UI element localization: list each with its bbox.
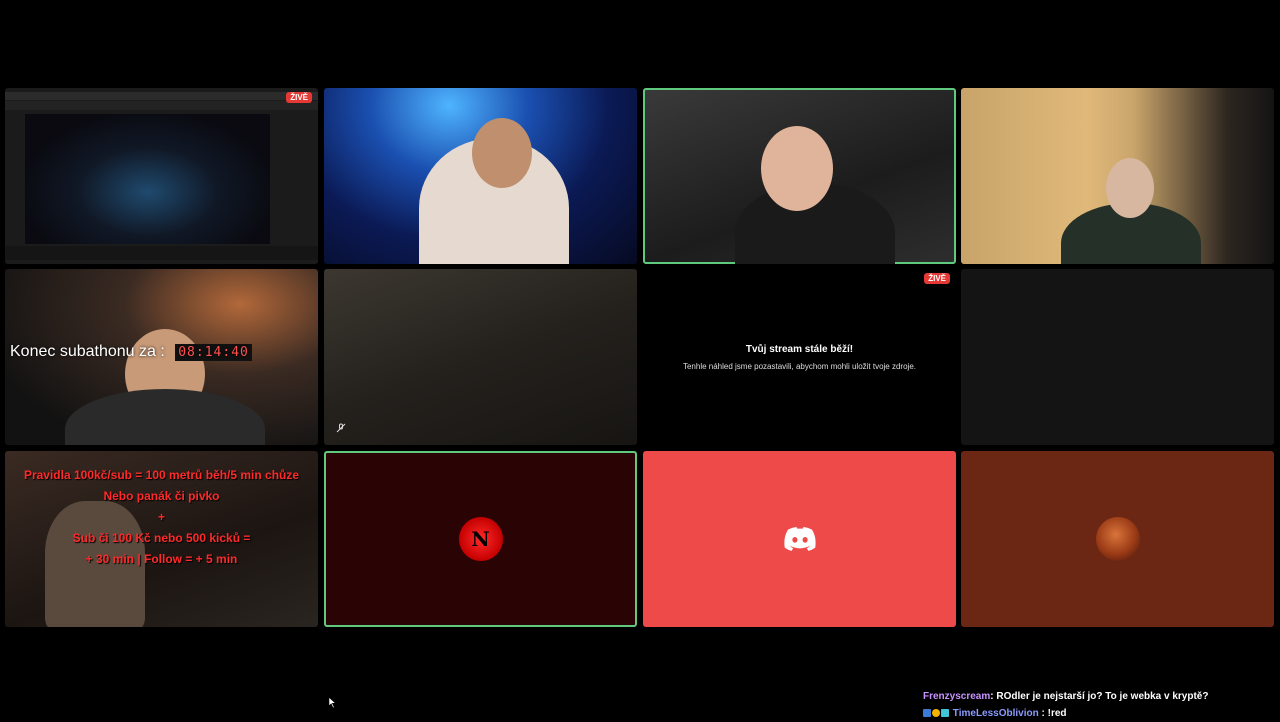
chat-text: !red: [1047, 708, 1067, 719]
paused-title: Tvůj stream stále běží!: [745, 344, 854, 355]
badge-icon: [923, 709, 931, 717]
rules-line: +: [157, 510, 165, 524]
participant-head: [761, 126, 833, 211]
chat-text: ROdler je nejstarší jo? To je webka v kr…: [996, 691, 1209, 702]
chat-username[interactable]: Frenzyscream: [923, 691, 990, 702]
browser-toolbar: [5, 101, 318, 110]
participant-head: [472, 118, 532, 188]
silhouette-avatar-icon: [1095, 517, 1140, 561]
netflix-logo-icon: N: [458, 517, 503, 561]
rules-line: + 30 min | Follow = + 5 min: [85, 552, 238, 566]
chat-message: TimeLessOblivion : !red: [923, 705, 1208, 722]
browser-tabbar: [5, 92, 318, 100]
browser-bottom-bar: [5, 246, 318, 260]
paused-subtitle: Tenhle náhled jsme pozastavili, abychom …: [682, 362, 916, 371]
subathon-timer: Konec subathonu za : 08:14:40: [10, 343, 252, 361]
tile-avatar-silhouette[interactable]: [961, 451, 1274, 627]
tile-screen-share[interactable]: ŽIVĚ: [5, 88, 318, 264]
tile-avatar-discord[interactable]: [643, 451, 956, 627]
tile-participant-3[interactable]: [643, 88, 956, 264]
chat-separator: :: [1038, 708, 1048, 719]
subathon-rules: Pravidla 100kč/sub = 100 metrů běh/5 min…: [5, 465, 318, 570]
chat-username[interactable]: TimeLessOblivion: [953, 708, 1039, 719]
participant-body: [65, 389, 265, 445]
live-badge: ŽIVĚ: [924, 273, 950, 284]
tile-participant-2[interactable]: [324, 88, 637, 264]
participant-head: [1106, 158, 1154, 218]
rules-line: Pravidla 100kč/sub = 100 metrů běh/5 min…: [23, 468, 300, 482]
tile-avatar-netflix[interactable]: N: [324, 451, 637, 627]
tile-stream-paused[interactable]: ŽIVĚ Tvůj stream stále běží! Tenhle náhl…: [643, 269, 956, 445]
shared-video: [25, 114, 270, 244]
subathon-label: Konec subathonu za :: [10, 343, 165, 360]
tile-participant-9[interactable]: Pravidla 100kč/sub = 100 metrů běh/5 min…: [5, 451, 318, 627]
chat-message: Frenzyscream: ROdler je nejstarší jo? To…: [923, 688, 1208, 705]
rules-line: Nebo panák či pivko: [103, 489, 220, 503]
discord-logo-icon: [783, 527, 816, 551]
tile-participant-6[interactable]: [324, 269, 637, 445]
tile-participant-4[interactable]: [961, 88, 1274, 264]
badge-icon: [932, 709, 940, 717]
live-badge: ŽIVĚ: [286, 92, 312, 103]
badge-icon: [941, 709, 949, 717]
mouse-cursor-icon: [328, 696, 337, 709]
rules-line: Sub či 100 Kč nebo 500 kicků =: [72, 531, 251, 545]
tile-participant-8[interactable]: [961, 269, 1274, 445]
mic-off-icon: [336, 423, 346, 433]
chat-overlay: Frenzyscream: ROdler je nejstarší jo? To…: [923, 688, 1208, 722]
subathon-time: 08:14:40: [175, 344, 252, 361]
